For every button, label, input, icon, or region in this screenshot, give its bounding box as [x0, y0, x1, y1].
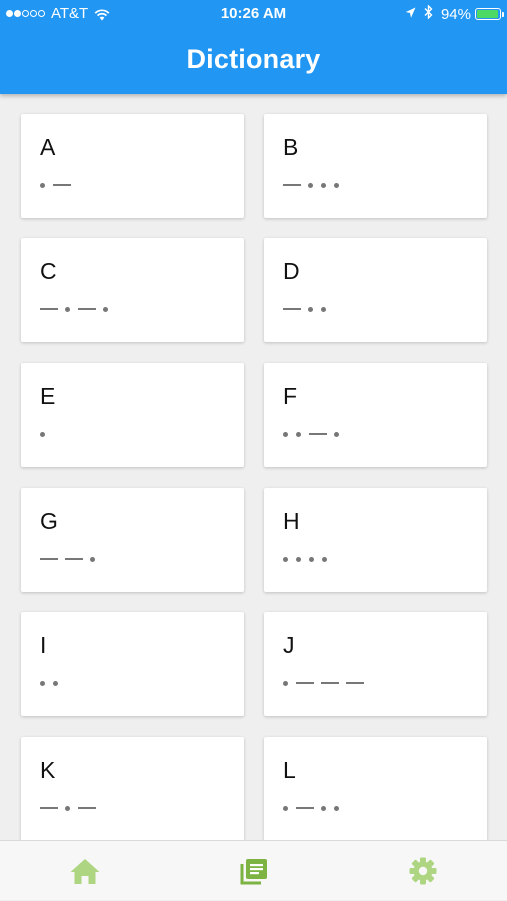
morse-code [283, 179, 347, 191]
morse-dot [103, 306, 108, 312]
home-icon [70, 859, 99, 884]
battery-level [477, 10, 498, 18]
morse-dot [322, 556, 327, 562]
morse-dash [321, 682, 339, 684]
status-bar: AT&T 10:26 AM 94% [0, 0, 507, 26]
morse-dash [346, 682, 364, 684]
tab-dictionary[interactable] [169, 841, 338, 901]
morse-dot [283, 805, 288, 811]
morse-dot [296, 431, 301, 437]
morse-code [283, 553, 335, 565]
morse-dot [40, 431, 45, 437]
letter-card-j[interactable]: J [264, 612, 487, 716]
letter-label: D [283, 258, 300, 284]
battery-percentage: 94% [440, 5, 471, 23]
letter-card-f[interactable]: F [264, 363, 487, 467]
morse-dot [308, 182, 313, 188]
bluetooth-icon [424, 4, 433, 23]
morse-code [40, 802, 103, 814]
letter-card-h[interactable]: H [264, 488, 487, 592]
letter-card-e[interactable]: E [21, 363, 244, 467]
morse-dot [90, 556, 95, 562]
morse-code [40, 677, 66, 689]
morse-dot [334, 431, 339, 437]
app-header: AT&T 10:26 AM 94% Dictionary [0, 0, 507, 94]
status-right: 94% [405, 4, 504, 23]
page-title: Dictionary [186, 44, 321, 74]
letter-label: F [283, 383, 298, 409]
morse-dot [321, 182, 326, 188]
morse-dot [65, 306, 70, 312]
letter-label: C [40, 258, 57, 284]
letter-card-l[interactable]: L [264, 737, 487, 840]
morse-dash [53, 184, 71, 186]
letter-label: B [283, 134, 299, 160]
letter-label: J [283, 632, 295, 658]
morse-dot [334, 182, 339, 188]
letter-card-a[interactable]: A [21, 114, 244, 218]
morse-dot [309, 556, 314, 562]
morse-dash [78, 308, 96, 310]
morse-dash [296, 682, 314, 684]
morse-dot [283, 431, 288, 437]
morse-dash [296, 807, 314, 809]
letter-label: L [283, 757, 296, 783]
letter-card-d[interactable]: D [264, 238, 487, 342]
letter-card-i[interactable]: I [21, 612, 244, 716]
letter-label: H [283, 508, 300, 534]
morse-dash [40, 807, 58, 809]
morse-dot [40, 680, 45, 686]
battery-icon [475, 8, 504, 20]
morse-dot [53, 680, 58, 686]
morse-dash [78, 807, 96, 809]
morse-code [283, 677, 371, 689]
morse-dash [283, 308, 301, 310]
letter-card-k[interactable]: K [21, 737, 244, 840]
morse-code [283, 303, 334, 315]
letter-card-c[interactable]: C [21, 238, 244, 342]
tab-bar [0, 840, 507, 900]
letter-label: I [40, 632, 47, 658]
morse-dot [283, 556, 288, 562]
letter-card-b[interactable]: B [264, 114, 487, 218]
location-arrow-icon [405, 6, 416, 23]
morse-dot [296, 556, 301, 562]
morse-code [283, 428, 347, 440]
morse-code [40, 428, 53, 440]
letter-label: A [40, 134, 56, 160]
morse-dash [283, 184, 301, 186]
letter-label: E [40, 383, 56, 409]
letter-label: G [40, 508, 58, 534]
morse-dot [334, 805, 339, 811]
morse-dash [40, 558, 58, 560]
dictionary-icon [240, 859, 267, 885]
morse-code [283, 802, 347, 814]
letter-card-g[interactable]: G [21, 488, 244, 592]
morse-code [40, 553, 103, 565]
morse-code [40, 303, 116, 315]
morse-dash [40, 308, 58, 310]
morse-dot [321, 306, 326, 312]
tab-settings[interactable] [338, 841, 507, 901]
battery-tip [502, 12, 504, 17]
morse-dot [40, 182, 45, 188]
morse-dash [309, 433, 327, 435]
gear-icon [409, 857, 436, 885]
morse-dot [283, 680, 288, 686]
morse-dash [65, 558, 83, 560]
dictionary-grid[interactable]: A B C D E F G H I J K L [0, 94, 507, 840]
morse-dot [65, 805, 70, 811]
letter-label: K [40, 757, 56, 783]
morse-dot [308, 306, 313, 312]
morse-code [40, 179, 78, 191]
morse-dot [321, 805, 326, 811]
tab-home[interactable] [0, 841, 169, 901]
